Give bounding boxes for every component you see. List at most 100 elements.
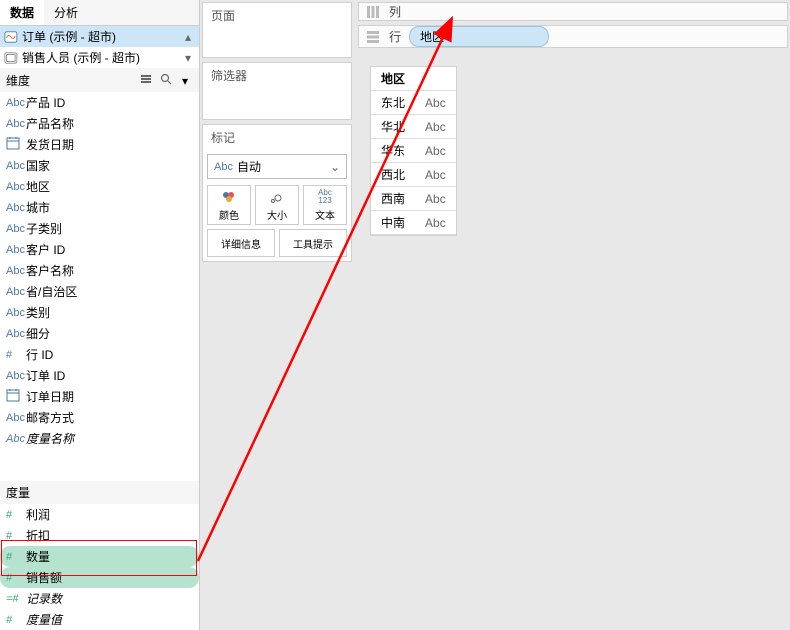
marks-detail-button[interactable]: 详细信息 [207,229,275,257]
pages-card[interactable]: 页面 [202,2,352,58]
viz-row-value: Abc [415,139,456,163]
measure-field[interactable]: #度量值 [0,609,199,630]
marks-tooltip-label: 工具提示 [293,236,333,251]
viz-row-label: 华东 [371,139,415,163]
viz-row-value: Abc [415,115,456,139]
viz-row-value: Abc [415,91,456,115]
measure-field[interactable]: #数量 [0,546,199,567]
viz-row[interactable]: 西北Abc [371,163,456,187]
field-label: 订单日期 [26,388,74,405]
dimension-field[interactable]: Abc度量名称 [0,428,199,449]
field-label: 省/自治区 [26,283,77,300]
marks-card: 标记 Abc 自动 ⌄ 颜色 [202,124,352,262]
dimension-field[interactable]: Abc地区 [0,176,199,197]
dimensions-list: Abc产品 IDAbc产品名称发货日期Abc国家Abc地区Abc城市Abc子类别… [0,92,199,449]
marks-type-label: 自动 [237,158,261,175]
dimension-field[interactable]: Abc省/自治区 [0,281,199,302]
dimension-field[interactable]: Abc产品名称 [0,113,199,134]
marks-size-button[interactable]: 大小 [255,185,299,225]
datasource-name: 订单 (示例 - 超市) [22,28,116,45]
filters-card[interactable]: 筛选器 [202,62,352,120]
field-label: 销售额 [26,569,62,586]
marks-text-label: 文本 [315,207,335,222]
dimension-field[interactable]: Abc城市 [0,197,199,218]
dimension-field[interactable]: Abc类别 [0,302,199,323]
marks-tooltip-button[interactable]: 工具提示 [279,229,347,257]
viz-row[interactable]: 华东Abc [371,139,456,163]
marks-type-dropdown[interactable]: Abc 自动 ⌄ [207,154,347,179]
viz-row-label: 西北 [371,163,415,187]
rows-shelf[interactable]: 行 地区 [358,25,788,48]
dimension-field[interactable]: Abc产品 ID [0,92,199,113]
datasource-list: 订单 (示例 - 超市) ▴ 销售人员 (示例 - 超市) ▾ [0,26,199,68]
row-pill-region[interactable]: 地区 [409,26,549,47]
tab-analysis[interactable]: 分析 [44,0,88,25]
worksheet-area: 页面 筛选器 标记 Abc 自动 ⌄ [200,0,790,630]
dimension-field[interactable]: Abc客户 ID [0,239,199,260]
dimension-field[interactable]: Abc细分 [0,323,199,344]
rows-icon [365,29,381,45]
field-label: 记录数 [26,590,62,607]
viz-row[interactable]: 华北Abc [371,115,456,139]
viz-table: 地区 东北Abc华北Abc华东Abc西北Abc西南Abc中南Abc [371,67,456,235]
viz-view[interactable]: 地区 东北Abc华北Abc华东Abc西北Abc西南Abc中南Abc [370,66,457,236]
field-label: 数量 [26,548,50,565]
pill-label: 地区 [420,28,444,45]
datasource-item[interactable]: 销售人员 (示例 - 超市) ▾ [0,47,199,68]
dimension-field[interactable]: 订单日期 [0,386,199,407]
viz-row[interactable]: 西南Abc [371,187,456,211]
measure-field[interactable]: #折扣 [0,525,199,546]
measure-field[interactable]: =#记录数 [0,588,199,609]
scroll-up-icon[interactable]: ▴ [181,30,195,44]
rows-label: 行 [389,28,401,45]
measure-field[interactable]: #销售额 [0,567,199,588]
field-label: 度量名称 [26,430,74,447]
measures-header: 度量 [0,481,199,504]
viz-row[interactable]: 东北Abc [371,91,456,115]
viz-row-value: Abc [415,187,456,211]
datasource-item[interactable]: 订单 (示例 - 超市) ▴ [0,26,199,47]
field-label: 行 ID [26,346,53,363]
dimension-field[interactable]: Abc子类别 [0,218,199,239]
viz-row-label: 西南 [371,187,415,211]
dimension-field[interactable]: 发货日期 [0,134,199,155]
dimension-field[interactable]: Abc国家 [0,155,199,176]
filters-label: 筛选器 [203,63,351,88]
marks-color-button[interactable]: 颜色 [207,185,251,225]
field-label: 类别 [26,304,50,321]
field-label: 利润 [26,506,50,523]
measures-label: 度量 [6,486,30,500]
columns-shelf[interactable]: 列 [358,2,788,21]
viz-header: 地区 [371,67,415,91]
scroll-down-icon[interactable]: ▾ [181,51,195,65]
search-icon[interactable] [158,71,174,87]
columns-icon [365,4,381,20]
dimensions-label: 维度 [6,72,30,89]
field-label: 产品 ID [26,94,65,111]
marks-text-button[interactable]: Abc123 文本 [303,185,347,225]
tab-data[interactable]: 数据 [0,0,44,25]
field-label: 订单 ID [26,367,65,384]
field-label: 折扣 [26,527,50,544]
text-icon: Abc123 [317,189,333,205]
dimension-field[interactable]: Abc订单 ID [0,365,199,386]
field-label: 子类别 [26,220,62,237]
datasource-icon [4,52,18,64]
color-icon [221,189,237,205]
viz-row-value: Abc [415,211,456,235]
dimensions-menu-icon[interactable] [138,71,154,87]
field-label: 客户名称 [26,262,74,279]
dimension-field[interactable]: Abc客户名称 [0,260,199,281]
field-label: 邮寄方式 [26,409,74,426]
measure-field[interactable]: #利润 [0,504,199,525]
viz-row[interactable]: 中南Abc [371,211,456,235]
viz-row-value: Abc [415,163,456,187]
viz-row-label: 中南 [371,211,415,235]
dimension-field[interactable]: #行 ID [0,344,199,365]
marks-detail-label: 详细信息 [221,236,261,251]
dimension-field[interactable]: Abc邮寄方式 [0,407,199,428]
dropdown-icon[interactable]: ▾ [177,73,193,89]
columns-label: 列 [389,3,401,20]
field-label: 客户 ID [26,241,65,258]
panel-tabs: 数据 分析 [0,0,199,26]
